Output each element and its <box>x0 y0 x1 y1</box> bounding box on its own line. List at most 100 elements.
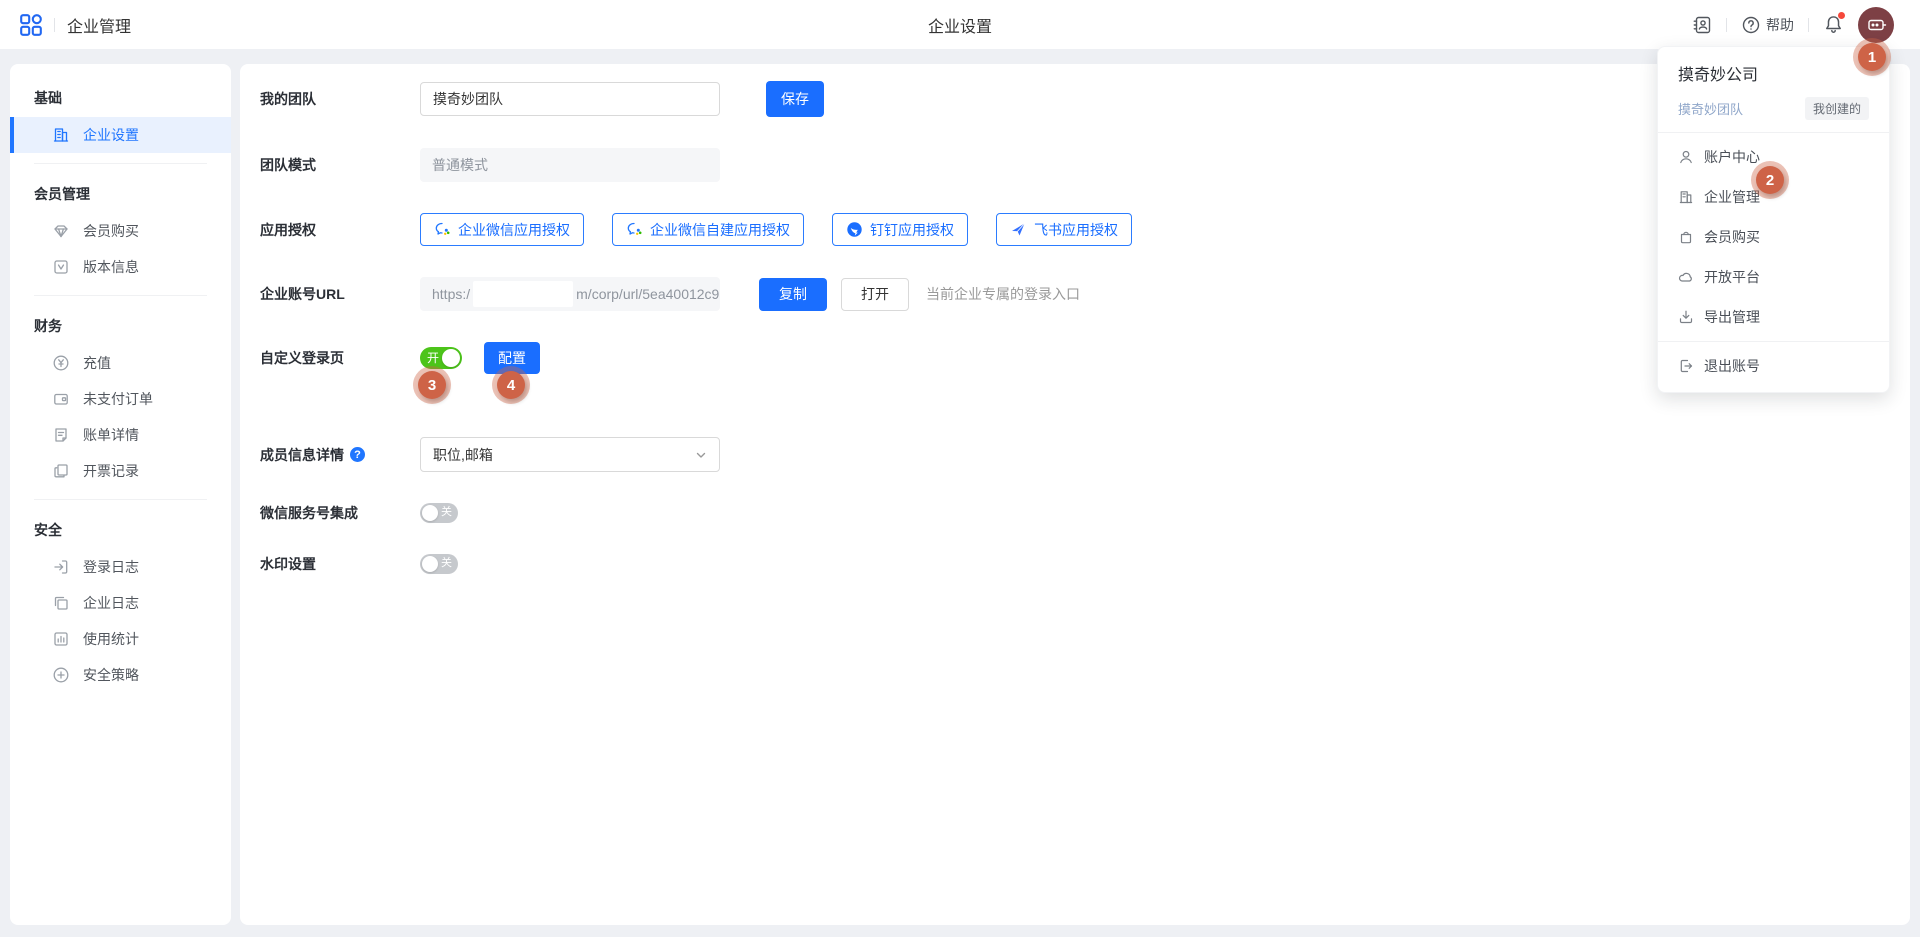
annotation-step-4: 4 <box>497 371 525 399</box>
my-team-label: 我的团队 <box>260 89 420 109</box>
sidebar-item-label: 企业日志 <box>83 593 139 613</box>
sidebar-item-label: 未支付订单 <box>83 389 153 409</box>
contacts-book-button[interactable] <box>1692 15 1712 35</box>
notifications-button[interactable] <box>1823 14 1844 35</box>
dropdown-divider <box>1658 341 1889 342</box>
sidebar-section-finance: 财务 <box>10 306 231 345</box>
toggle-knob <box>422 505 438 521</box>
sidebar-section-membership: 会员管理 <box>10 174 231 213</box>
toggle-knob <box>422 556 438 572</box>
wechat-service-row: 微信服务号集成 关 <box>260 503 1910 523</box>
stats-icon <box>52 630 70 648</box>
annotation-step-2: 2 <box>1756 166 1784 194</box>
member-info-label-text: 成员信息详情 <box>260 445 344 465</box>
topbar-divider <box>1808 18 1809 32</box>
page-title: 企业设置 <box>928 13 992 37</box>
account-dropdown-menu: 摸奇妙公司 摸奇妙团队 我创建的 账户中心 企业管理 会员购买 开放平台 <box>1657 46 1890 393</box>
version-icon <box>52 258 70 276</box>
settings-sidebar: 基础 企业设置 会员管理 会员购买 版本信息 财务 充值 未支付订单 <box>10 64 231 925</box>
toggle-off-label: 关 <box>441 507 452 518</box>
sidebar-item-bill-details[interactable]: 账单详情 <box>10 417 231 453</box>
wechat-service-toggle[interactable]: 关 <box>420 503 458 523</box>
sidebar-item-version-info[interactable]: 版本信息 <box>10 249 231 285</box>
help-question-icon[interactable]: ? <box>350 447 365 462</box>
login-log-icon <box>52 558 70 576</box>
avatar-face-icon <box>1863 12 1889 38</box>
cloud-icon <box>1678 269 1694 285</box>
feishu-auth-button[interactable]: 飞书应用授权 <box>996 213 1132 246</box>
sidebar-item-login-logs[interactable]: 登录日志 <box>10 549 231 585</box>
custom-login-toggle[interactable]: 开 <box>420 347 462 369</box>
menu-item-member-purchase[interactable]: 会员购买 <box>1658 217 1889 257</box>
top-bar: 企业管理 企业设置 <box>0 0 1920 49</box>
wecom-auth-button[interactable]: 企业微信应用授权 <box>420 213 584 246</box>
sidebar-item-enterprise-logs[interactable]: 企业日志 <box>10 585 231 621</box>
dingtalk-auth-button[interactable]: 钉钉应用授权 <box>832 213 968 246</box>
corp-url-suffix: m/corp/url/5ea40012c956... <box>576 286 720 302</box>
sidebar-divider <box>34 163 207 164</box>
wechat-service-label: 微信服务号集成 <box>260 503 420 523</box>
toggle-on-label: 开 <box>427 352 439 364</box>
sidebar-item-enterprise-settings[interactable]: 企业设置 <box>10 117 231 153</box>
bag-icon <box>1678 229 1694 245</box>
current-team-link[interactable]: 摸奇妙团队 <box>1678 99 1743 118</box>
sidebar-item-label: 开票记录 <box>83 461 139 481</box>
watermark-toggle[interactable]: 关 <box>420 554 458 574</box>
wallet-icon <box>52 390 70 408</box>
toggle-knob <box>442 349 460 367</box>
sidebar-item-recharge[interactable]: 充值 <box>10 345 231 381</box>
sidebar-item-unpaid-orders[interactable]: 未支付订单 <box>10 381 231 417</box>
toggle-off-label: 关 <box>441 558 452 569</box>
sidebar-item-invoice-records[interactable]: 开票记录 <box>10 453 231 489</box>
corp-url-label: 企业账号URL <box>260 284 420 304</box>
app-grid-logo-icon[interactable] <box>20 14 42 36</box>
menu-item-label: 退出账号 <box>1704 356 1760 376</box>
save-button[interactable]: 保存 <box>766 81 824 117</box>
menu-item-open-platform[interactable]: 开放平台 <box>1658 257 1889 297</box>
wecom-icon <box>626 221 643 238</box>
enterprise-log-icon <box>52 594 70 612</box>
team-mode-label: 团队模式 <box>260 155 420 175</box>
menu-item-export-management[interactable]: 导出管理 <box>1658 297 1889 337</box>
menu-item-logout[interactable]: 退出账号 <box>1658 346 1889 386</box>
corp-url-value: https:/ m/corp/url/5ea40012c956... <box>420 277 720 311</box>
member-info-select[interactable]: 职位,邮箱 <box>420 437 720 472</box>
feishu-icon <box>1010 221 1027 238</box>
help-button[interactable]: 帮助 <box>1741 15 1794 35</box>
building-icon <box>1678 189 1694 205</box>
annotation-step-1: 1 <box>1858 43 1886 71</box>
sidebar-item-label: 企业设置 <box>83 125 139 145</box>
auth-button-label: 飞书应用授权 <box>1034 220 1118 240</box>
configure-login-button[interactable]: 配置 <box>484 342 540 374</box>
gem-icon <box>52 222 70 240</box>
wecom-icon <box>434 221 451 238</box>
invoice-icon <box>52 462 70 480</box>
corp-url-prefix: https:/ <box>432 286 470 302</box>
copy-url-button[interactable]: 复制 <box>759 278 827 311</box>
topbar-divider <box>1726 18 1727 32</box>
sidebar-item-usage-stats[interactable]: 使用统计 <box>10 621 231 657</box>
sidebar-item-member-purchase[interactable]: 会员购买 <box>10 213 231 249</box>
question-circle-icon <box>1741 15 1761 35</box>
wecom-selfbuilt-auth-button[interactable]: 企业微信自建应用授权 <box>612 213 804 246</box>
annotation-step-3: 3 <box>418 371 446 399</box>
sidebar-section-basic: 基础 <box>10 78 231 117</box>
user-avatar[interactable] <box>1858 7 1894 43</box>
custom-login-label: 自定义登录页 <box>260 348 420 368</box>
chevron-down-icon <box>695 449 707 461</box>
dropdown-divider <box>1658 132 1889 133</box>
sidebar-item-security-policy[interactable]: 安全策略 <box>10 657 231 693</box>
sidebar-item-label: 版本信息 <box>83 257 139 277</box>
team-name-input[interactable] <box>420 82 720 116</box>
member-info-value: 职位,邮箱 <box>433 445 493 465</box>
bill-icon <box>52 426 70 444</box>
member-info-row: 成员信息详情 ? 职位,邮箱 <box>260 437 1910 472</box>
sidebar-item-label: 登录日志 <box>83 557 139 577</box>
sidebar-divider <box>34 295 207 296</box>
sidebar-item-label: 账单详情 <box>83 425 139 445</box>
topbar-divider <box>54 18 55 32</box>
open-url-button[interactable]: 打开 <box>841 278 909 311</box>
watermark-label: 水印设置 <box>260 554 420 574</box>
watermark-row: 水印设置 关 <box>260 554 1910 574</box>
sidebar-item-label: 使用统计 <box>83 629 139 649</box>
